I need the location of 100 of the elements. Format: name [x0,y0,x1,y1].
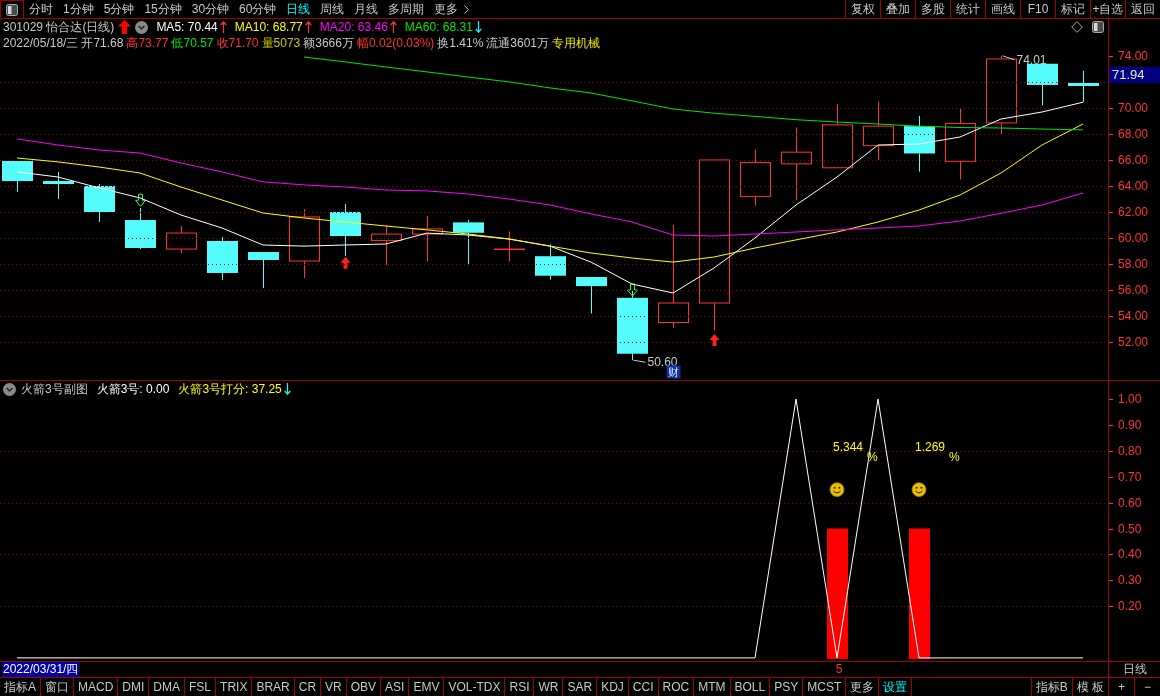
quote-stat: 换1.41% [437,35,484,51]
period-tab[interactable]: 5分钟 [98,0,140,18]
toolbar-button[interactable]: 复权 [845,0,880,18]
period-tab[interactable]: 更多 [429,0,475,18]
moving-average-label: MA20: 63.46 [319,19,388,35]
smiley-icon [829,482,845,498]
period-tab[interactable]: 15分钟 [139,0,187,18]
quote-stat: 流通3601万 [486,35,550,51]
toolbar-button[interactable]: 画线 [985,0,1020,18]
axis-label: 0.20 [1118,599,1142,614]
indicator-button[interactable]: 指标B [1030,678,1072,696]
indicator-tab[interactable]: CCI [628,678,659,696]
indicator-reading: 火箭3号: 0.00 [96,381,170,397]
indicator-button[interactable]: 模 板 [1071,678,1108,696]
indicator-tab[interactable]: 设置 [879,678,913,696]
candlestick-drawing [494,231,525,262]
axis-label: 1.00 [1118,392,1142,407]
indicator-tab[interactable]: FSL [185,678,217,696]
period-tab[interactable]: 周线 [315,0,350,18]
chevron-down-icon[interactable] [135,20,149,34]
down-arrow-icon [135,193,146,207]
indicator-tab[interactable]: CR [294,678,322,696]
leader-line [1002,55,1015,61]
candlestick-drawing [1068,70,1099,103]
smiley-icon [911,482,927,498]
period-label: 日线 [1123,662,1147,677]
axis-label: 0.60 [1118,495,1142,510]
toolbar-button[interactable]: 返回 [1125,0,1160,18]
indicator-tab[interactable]: MTM [694,678,731,696]
candlestick-drawing [207,236,238,281]
panel-icon [1092,21,1104,33]
candlestick-drawing [535,244,566,281]
indicator-tab[interactable]: BOLL [730,678,771,696]
axis-label: 70.00 [1118,100,1149,115]
indicator-title: 火箭3号副图 [21,381,88,397]
chevron-down-icon[interactable] [3,382,16,396]
candlestick-drawing [904,115,935,173]
indicator-tab[interactable]: KDJ [597,678,629,696]
indicator-tab[interactable]: 窗口 [41,678,74,696]
indicator-tab[interactable]: PSY [770,678,804,696]
axis-label: 66.00 [1118,152,1149,167]
period-tab[interactable]: 分时 [24,0,58,18]
indicator-tab[interactable]: 更多 [846,678,880,696]
indicator-tab[interactable]: EMV [409,678,445,696]
indicator-tab[interactable]: OBV [346,678,382,696]
period-tab[interactable]: 30分钟 [186,0,235,18]
indicator-tab[interactable]: VR [321,678,347,696]
axis-label: 68.00 [1118,126,1149,141]
period-tab[interactable]: 1分钟 [58,0,99,18]
candlestick-drawing [617,289,648,361]
axis-label: 0.50 [1118,521,1142,536]
indicator-tab[interactable]: TRIX [216,678,253,696]
axis-label: 64.00 [1118,179,1149,193]
indicator-tab[interactable]: BRAR [252,678,295,696]
period-tab[interactable]: 日线 [281,0,316,18]
price-label: 74.01 [1016,52,1047,67]
indicator-tab[interactable]: MCST [803,678,847,696]
down-arrow-icon [627,283,638,297]
axis-label: 54.00 [1118,309,1149,323]
candlestick-drawing [289,208,320,279]
indicator-tab[interactable]: ASI [381,678,410,696]
candlestick-drawing [248,251,279,289]
diamond-icon[interactable] [1071,21,1083,33]
event-tag[interactable]: 财 [666,365,681,379]
indicator-tab[interactable]: DMI [118,678,150,696]
period-tab[interactable]: 月线 [349,0,384,18]
cursor-date: 2022/03/31/四 [2,662,80,677]
last-price-label: 71.94 [1109,67,1160,83]
candlestick-drawing [166,225,197,254]
indicator-tab[interactable]: 指标A [0,678,41,696]
axis-label: 56.00 [1118,283,1149,297]
axis-label: 0.70 [1118,469,1142,484]
candlestick-drawing [863,100,894,161]
layout-toggle-button[interactable] [0,0,24,18]
chevron-right-icon [464,4,470,14]
indicator-button[interactable]: + [1108,678,1134,696]
toolbar-button[interactable]: +自选 [1090,0,1125,18]
toolbar-button[interactable]: 统计 [950,0,985,18]
indicator-tab[interactable]: VOL-TDX [444,678,506,696]
axis-label: 0.40 [1118,547,1142,562]
indicator-tab[interactable]: SAR [563,678,598,696]
axis-label: 52.00 [1118,335,1149,350]
indicator-reading: 火箭3号打分: 37.25 [178,381,282,397]
unit-label: % [949,450,960,464]
candlestick-drawing [1027,63,1058,106]
toolbar-button[interactable]: 标记 [1055,0,1090,18]
candlestick-drawing [43,171,74,200]
toolbar-button[interactable]: F10 [1020,0,1055,18]
indicator-tab[interactable]: DMA [149,678,186,696]
candlestick-drawing [740,149,771,206]
indicator-tab[interactable]: RSI [505,678,535,696]
indicator-tab[interactable]: ROC [658,678,695,696]
indicator-button[interactable]: − [1134,678,1160,696]
indicator-tab[interactable]: MACD [74,678,119,696]
period-tab[interactable]: 60分钟 [234,0,282,18]
period-tab[interactable]: 多周期 [383,0,430,18]
value-label: 5.344 [833,439,864,454]
toolbar-button[interactable]: 叠加 [880,0,915,18]
toolbar-button[interactable]: 多股 [915,0,950,18]
indicator-tab[interactable]: WR [534,678,564,696]
